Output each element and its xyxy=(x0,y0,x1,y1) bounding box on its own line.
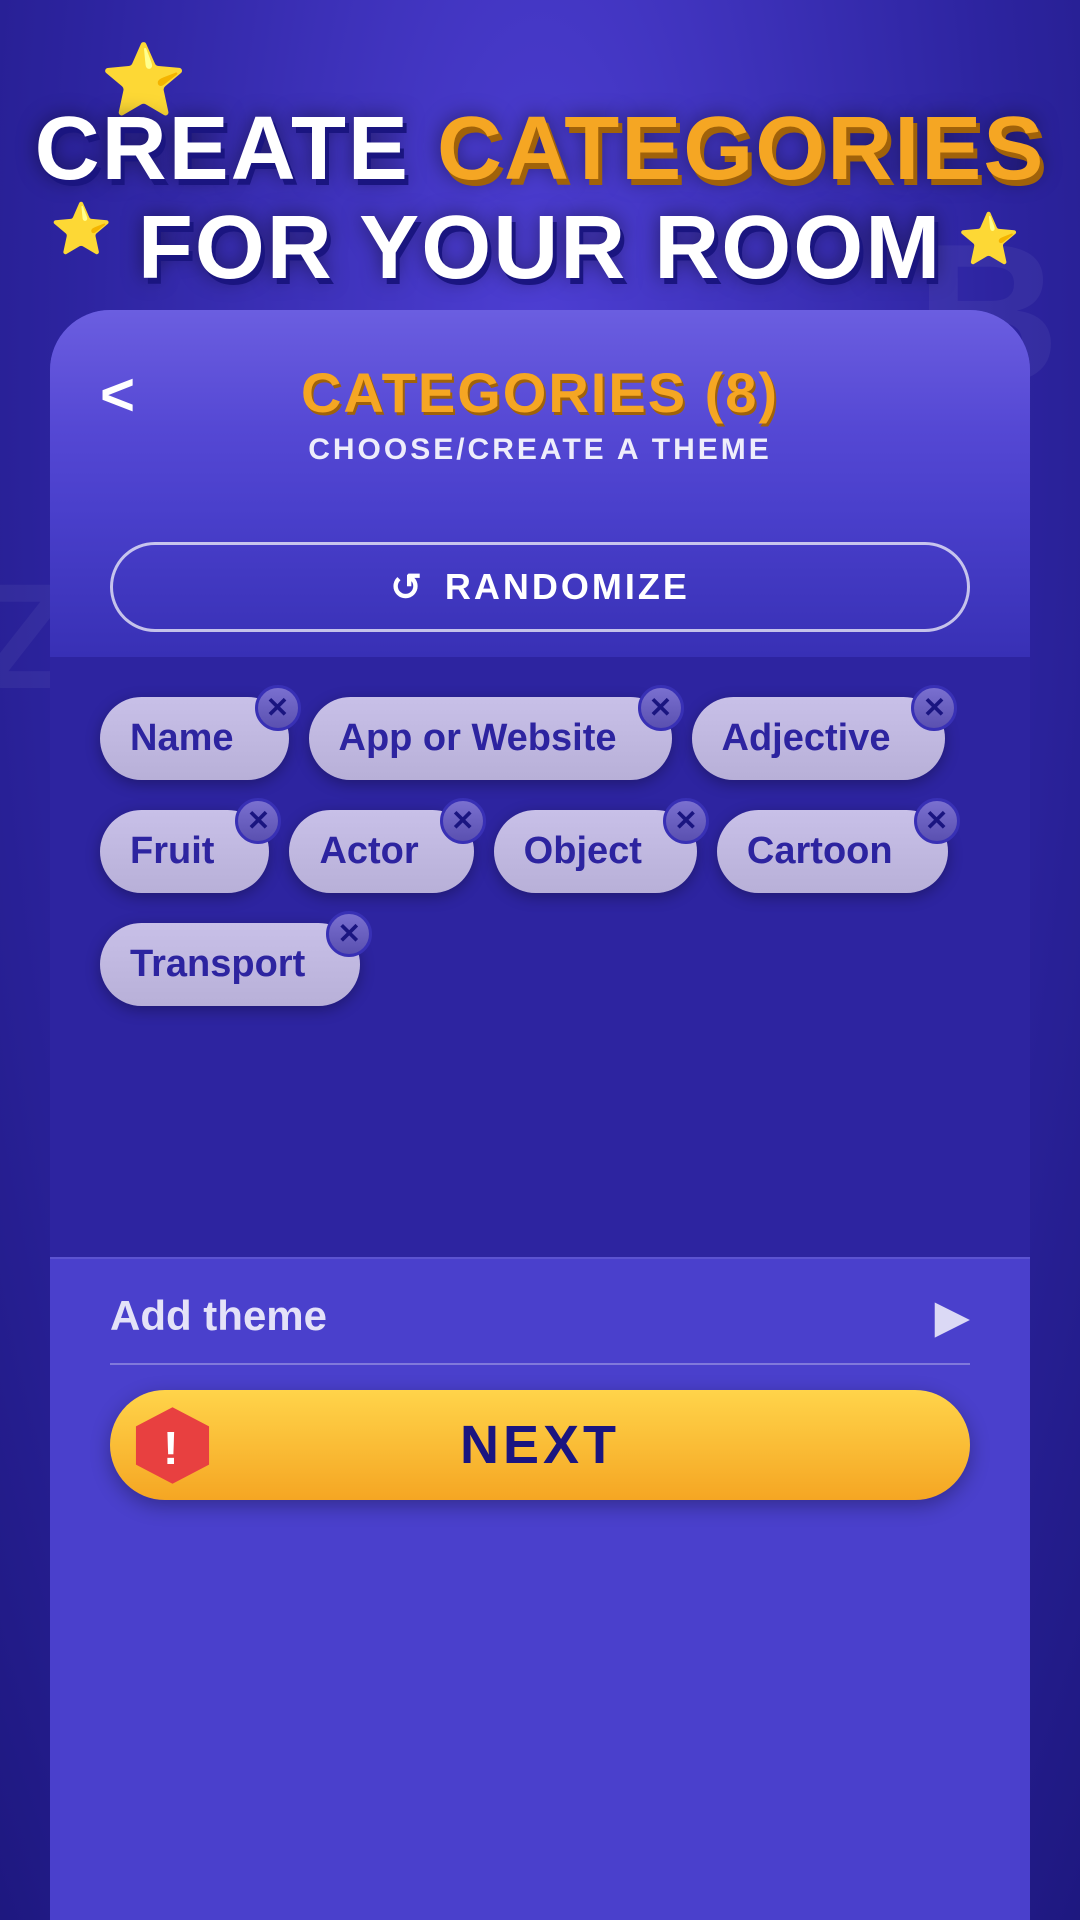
title-categories-text: CATEGORIES xyxy=(437,99,1045,199)
main-card: < CATEGORIES (8) CHOOSE/CREATE A THEME ↺… xyxy=(50,310,1030,1920)
remove-name-button[interactable]: ✕ xyxy=(255,685,301,731)
back-button[interactable]: < xyxy=(100,365,135,425)
title-line2-text: FOR YOUR ROOM xyxy=(0,199,1080,298)
remove-object-button[interactable]: ✕ xyxy=(663,798,709,844)
tag-adjective-label: Adjective xyxy=(722,717,891,760)
randomize-button[interactable]: ↺ RANDOMIZE xyxy=(110,542,970,632)
tag-actor-label: Actor xyxy=(319,830,418,873)
tag-adjective[interactable]: Adjective ✕ xyxy=(692,697,946,780)
remove-adjective-button[interactable]: ✕ xyxy=(911,685,957,731)
title-create-text: CREATE xyxy=(35,99,437,199)
add-theme-arrow-icon: ▶ xyxy=(935,1289,970,1343)
main-title: CREATE CATEGORIES FOR YOUR ROOM xyxy=(0,100,1080,298)
card-subtitle: CHOOSE/CREATE A THEME xyxy=(110,433,970,467)
warning-icon: ! xyxy=(130,1403,215,1488)
tag-cartoon-label: Cartoon xyxy=(747,830,893,873)
tag-app-or-website-label: App or Website xyxy=(339,717,617,760)
tag-transport[interactable]: Transport ✕ xyxy=(100,923,360,1006)
remove-fruit-button[interactable]: ✕ xyxy=(235,798,281,844)
randomize-label: RANDOMIZE xyxy=(445,566,690,608)
next-label: NEXT xyxy=(460,1414,620,1476)
tag-name-label: Name xyxy=(130,717,234,760)
tag-object-label: Object xyxy=(524,830,642,873)
remove-transport-button[interactable]: ✕ xyxy=(326,911,372,957)
card-title: CATEGORIES (8) xyxy=(110,360,970,425)
randomize-section: ↺ RANDOMIZE xyxy=(50,507,1030,657)
tag-app-or-website[interactable]: App or Website ✕ xyxy=(309,697,672,780)
remove-app-or-website-button[interactable]: ✕ xyxy=(638,685,684,731)
tag-fruit-label: Fruit xyxy=(130,830,214,873)
next-section: ! NEXT xyxy=(50,1365,1030,1550)
remove-cartoon-button[interactable]: ✕ xyxy=(914,798,960,844)
refresh-icon: ↺ xyxy=(390,565,425,610)
add-theme-row[interactable]: Add theme ▶ xyxy=(110,1289,970,1365)
tag-fruit[interactable]: Fruit ✕ xyxy=(100,810,269,893)
tag-transport-label: Transport xyxy=(130,943,305,986)
svg-text:!: ! xyxy=(163,1422,182,1474)
card-header: < CATEGORIES (8) CHOOSE/CREATE A THEME xyxy=(50,310,1030,507)
tag-name[interactable]: Name ✕ xyxy=(100,697,289,780)
add-theme-section: Add theme ▶ xyxy=(50,1257,1030,1365)
next-button[interactable]: ! NEXT xyxy=(110,1390,970,1500)
add-theme-label: Add theme xyxy=(110,1292,327,1340)
tag-object[interactable]: Object ✕ xyxy=(494,810,697,893)
tag-cartoon[interactable]: Cartoon ✕ xyxy=(717,810,948,893)
remove-actor-button[interactable]: ✕ xyxy=(440,798,486,844)
tags-area: Name ✕ App or Website ✕ Adjective ✕ Frui… xyxy=(50,657,1030,1257)
tag-actor[interactable]: Actor ✕ xyxy=(289,810,473,893)
tags-grid: Name ✕ App or Website ✕ Adjective ✕ Frui… xyxy=(100,697,980,1006)
